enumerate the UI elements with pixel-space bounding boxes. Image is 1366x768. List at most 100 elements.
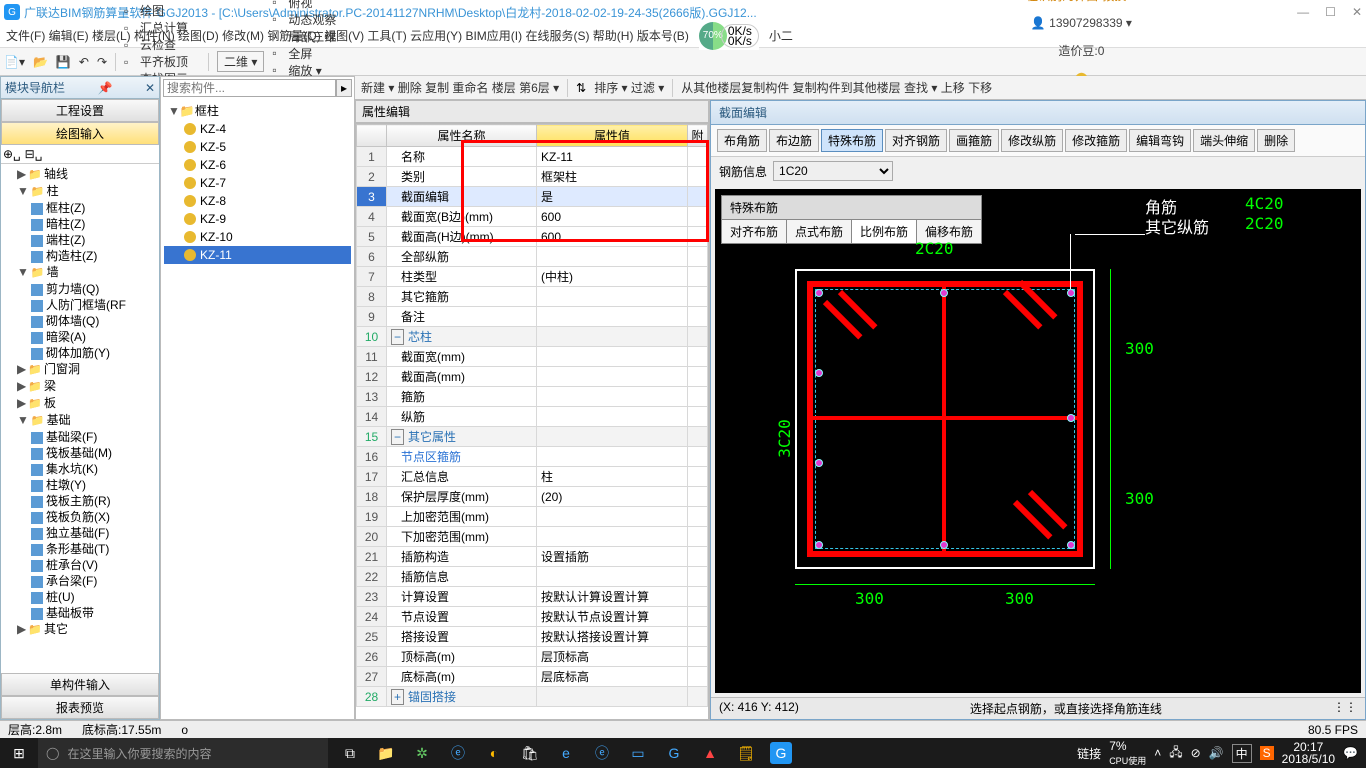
tree-item[interactable]: 筏板负筋(X) [31, 509, 157, 525]
glodon-icon[interactable]: G [770, 742, 792, 764]
tree-item[interactable]: 基础梁(F) [31, 429, 157, 445]
property-row[interactable]: 15−其它属性 [357, 427, 708, 447]
g-app-icon[interactable]: G [662, 741, 686, 765]
property-row[interactable]: 5截面高(H边)(mm)600 [357, 227, 708, 247]
tree-item[interactable]: 独立基础(F) [31, 525, 157, 541]
toolbar-link[interactable]: 上移 [941, 81, 965, 95]
ie-icon[interactable]: ⓔ [590, 741, 614, 765]
toolbar-link[interactable]: 排序 ▾ [594, 81, 627, 95]
explorer-icon[interactable]: 📁 [374, 741, 398, 765]
property-row[interactable]: 23计算设置按默认计算设置计算 [357, 587, 708, 607]
property-row[interactable]: 11截面宽(mm) [357, 347, 708, 367]
kz-item[interactable]: KZ-10 [164, 228, 351, 246]
tree-item[interactable]: 桩(U) [31, 589, 157, 605]
property-row[interactable]: 28+锚固搭接 [357, 687, 708, 707]
draw-input-button[interactable]: 绘图输入 [1, 122, 159, 145]
property-row[interactable]: 7柱类型(中柱) [357, 267, 708, 287]
property-row[interactable]: 24节点设置按默认节点设置计算 [357, 607, 708, 627]
property-row[interactable]: 12截面高(mm) [357, 367, 708, 387]
calc-icon[interactable]: ▭ [626, 741, 650, 765]
tree-folder[interactable]: ▶其它 [17, 621, 157, 638]
taskbar-search[interactable]: ◯ 在这里输入你要搜索的内容 [38, 738, 328, 768]
bar-dot[interactable] [1067, 541, 1075, 549]
property-row[interactable]: 10−芯柱 [357, 327, 708, 347]
tray-expand-icon[interactable]: ˄ [1154, 746, 1161, 760]
kz-item[interactable]: KZ-7 [164, 174, 351, 192]
property-row[interactable]: 27底标高(m)层底标高 [357, 667, 708, 687]
section-tab[interactable]: 修改纵筋 [1001, 129, 1063, 152]
sogou-icon[interactable]: S [1260, 746, 1274, 760]
property-row[interactable]: 26顶标高(m)层顶标高 [357, 647, 708, 667]
tree-folder[interactable]: ▼柱 [17, 183, 157, 200]
toolbar-link[interactable]: 查找 ▾ [904, 81, 937, 95]
collapse-icon[interactable]: ⊟␣ [25, 147, 43, 161]
bar-dot[interactable] [815, 289, 823, 297]
single-input-button[interactable]: 单构件输入 [1, 673, 159, 696]
bar-dot[interactable] [815, 369, 823, 377]
bar-dot[interactable] [815, 459, 823, 467]
tree-item[interactable]: 基础板带 [31, 605, 157, 621]
search-go-button[interactable]: ▸ [336, 79, 352, 97]
new-doc-icon[interactable]: 📄▾ [4, 55, 25, 69]
section-tab[interactable]: 特殊布筋 [821, 129, 883, 152]
property-row[interactable]: 13箍筋 [357, 387, 708, 407]
tree-folder[interactable]: ▼基础 [17, 412, 157, 429]
project-settings-button[interactable]: 工程设置 [1, 99, 159, 122]
section-tab[interactable]: 删除 [1257, 129, 1295, 152]
toolbar-link[interactable]: 从其他楼层复制构件 [681, 81, 789, 95]
tree-item[interactable]: 砌体加筋(Y) [31, 345, 157, 361]
property-row[interactable]: 8其它箍筋 [357, 287, 708, 307]
property-row[interactable]: 18保护层厚度(mm)(20) [357, 487, 708, 507]
view-mode-select[interactable]: 二维 ▾ [217, 51, 264, 72]
tree-item[interactable]: 集水坑(K) [31, 461, 157, 477]
menu-item[interactable]: 编辑(E) [49, 29, 89, 43]
toolbar-button[interactable]: ▫全屏 [272, 45, 345, 62]
tree-item[interactable]: 人防门框墙(RF [31, 297, 157, 313]
clock[interactable]: 20:172018/5/10 [1282, 741, 1335, 765]
menu-item[interactable]: BIM应用(I) [465, 29, 522, 43]
bar-dot[interactable] [1067, 289, 1075, 297]
toolbar-button[interactable]: ▫平齐板顶 [124, 53, 200, 70]
tree-item[interactable]: 剪力墙(Q) [31, 281, 157, 297]
kz-item[interactable]: KZ-8 [164, 192, 351, 210]
open-icon[interactable]: 📂 [33, 55, 48, 69]
toolbar-button[interactable]: ▫云检查 [124, 36, 200, 53]
phone-dropdown[interactable]: 👤 13907298339 ▾ [1031, 16, 1132, 30]
property-grid[interactable]: 属性名称 属性值 附 1名称KZ-112类别框架柱3截面编辑是4截面宽(B边)(… [355, 123, 709, 720]
toolbar-link[interactable]: 复制 [425, 81, 449, 95]
browser360-icon[interactable]: ◐ [482, 741, 506, 765]
toolbar-link[interactable]: 新建 ▾ [361, 81, 394, 95]
tree-folder[interactable]: ▼墙 [17, 264, 157, 281]
kz-item[interactable]: KZ-6 [164, 156, 351, 174]
toolbar-link[interactable]: 下移 [968, 81, 992, 95]
rebar-info-select[interactable]: 1C20 [773, 161, 893, 181]
bar-dot[interactable] [815, 541, 823, 549]
defender-icon[interactable]: ⊘ [1191, 746, 1201, 760]
tree-item[interactable]: 桩承台(V) [31, 557, 157, 573]
tree-folder[interactable]: ▶板 [17, 395, 157, 412]
tree-item[interactable]: 框柱(Z) [31, 200, 157, 216]
tree-item[interactable]: 暗梁(A) [31, 329, 157, 345]
toolbar-link[interactable]: 重命名 [452, 81, 488, 95]
tree-item[interactable]: 砌体墙(Q) [31, 313, 157, 329]
sort-icon[interactable]: ⇅ [576, 81, 586, 95]
property-row[interactable]: 1名称KZ-11 [357, 147, 708, 167]
app-icon-1[interactable]: ✲ [410, 741, 434, 765]
toolbar-button[interactable]: ▫局部三维 [272, 28, 345, 45]
notes-icon[interactable]: 🗒 [734, 741, 758, 765]
property-row[interactable]: 22插筋信息 [357, 567, 708, 587]
store-icon[interactable]: 🛍 [518, 741, 542, 765]
toolbar-link[interactable]: 删除 [398, 81, 422, 95]
section-tab[interactable]: 对齐钢筋 [885, 129, 947, 152]
pin-icon[interactable]: 📌 [98, 81, 113, 95]
tree-item[interactable]: 柱墩(Y) [31, 477, 157, 493]
toolbar-link[interactable]: 复制构件到其他楼层 [793, 81, 901, 95]
edge-classic-icon[interactable]: ⓔ [446, 741, 470, 765]
redo-icon[interactable]: ↷ [97, 55, 107, 69]
menu-item[interactable]: 云应用(Y) [410, 29, 462, 43]
menu-item[interactable]: 版本号(B) [637, 29, 689, 43]
property-row[interactable]: 4截面宽(B边)(mm)600 [357, 207, 708, 227]
component-tree[interactable]: ▶轴线▼柱框柱(Z)暗柱(Z)端柱(Z)构造柱(Z)▼墙剪力墙(Q)人防门框墙(… [1, 164, 159, 673]
tree-item[interactable]: 承台梁(F) [31, 573, 157, 589]
section-tab[interactable]: 画箍筋 [949, 129, 999, 152]
